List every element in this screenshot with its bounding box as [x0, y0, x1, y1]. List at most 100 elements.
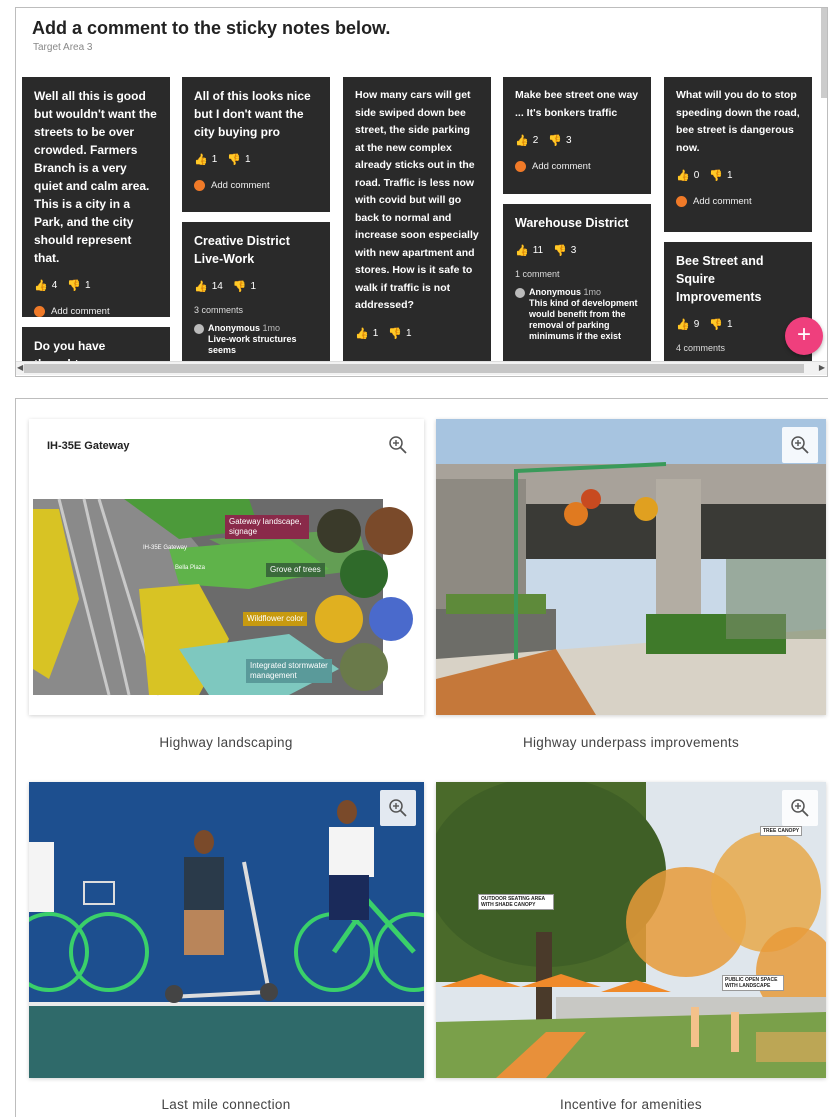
gallery-card[interactable] — [436, 419, 826, 715]
image-caption: Highway landscaping — [159, 735, 293, 750]
panel-title: Add a comment to the sticky notes below. — [32, 18, 391, 38]
panel-subtitle: Target Area 3 — [33, 42, 93, 53]
zoom-button[interactable] — [782, 427, 818, 463]
note-title: Bee Street and Squire Improvements — [676, 254, 764, 304]
upvote-count: 2 — [532, 135, 539, 146]
add-note-button[interactable]: + — [785, 317, 823, 355]
notes-column: How many cars will get side swiped down … — [343, 77, 491, 362]
gallery-card[interactable]: TREE CANOPY OUTDOOR SEATING AREA WITH SH… — [436, 782, 826, 1078]
map-label: Bella Plaza — [175, 565, 206, 571]
note-text: Make bee street one way ... It's bonkers… — [515, 89, 639, 119]
thumbs-up-icon[interactable]: 👍 — [676, 169, 690, 182]
downvote-count: 1 — [250, 281, 257, 292]
add-comment-button[interactable]: Add comment — [34, 306, 158, 317]
thumbs-up-icon[interactable]: 👍 — [676, 318, 690, 331]
horizontal-scrollbar[interactable]: ◀ ▶ — [16, 361, 827, 375]
note-text: Well all this is good but wouldn't want … — [34, 89, 157, 265]
rendering-label: TREE CANOPY — [760, 826, 803, 836]
add-comment-dot-icon — [676, 196, 687, 207]
sticky-note[interactable]: What will you do to stop speeding down t… — [664, 77, 812, 232]
thumbs-down-icon[interactable]: 👎 — [553, 244, 567, 257]
zoom-in-icon — [791, 436, 809, 454]
vote-row: 👍 9 👎 1 — [676, 318, 800, 331]
comment-body: Live-work structures seems — [208, 334, 297, 355]
downvote-count: 3 — [570, 245, 577, 256]
vote-row: 👍 1 👎 1 — [194, 153, 318, 166]
thumbs-down-icon[interactable]: 👎 — [388, 327, 402, 340]
image-caption: Last mile connection — [161, 1097, 291, 1112]
comment-author: Anonymous — [208, 323, 261, 333]
sticky-note[interactable]: Make bee street one way ... It's bonkers… — [503, 77, 651, 194]
upvote-count: 9 — [693, 319, 700, 330]
upvote-count: 1 — [372, 327, 379, 339]
thumbs-up-icon[interactable]: 👍 — [355, 327, 369, 340]
sticky-note[interactable]: Creative District Live-Work 👍 14 👎 1 3 com… — [182, 222, 330, 362]
zoom-button[interactable] — [782, 790, 818, 826]
comment: Anonymous 1mo This kind of development w… — [515, 287, 639, 342]
downvote-count: 1 — [726, 170, 733, 181]
thumbs-down-icon[interactable]: 👎 — [709, 318, 723, 331]
scroll-left-icon[interactable]: ◀ — [17, 363, 23, 372]
downvote-count: 1 — [405, 327, 412, 339]
thumbs-up-icon[interactable]: 👍 — [515, 244, 529, 257]
comment-body: This kind of development would benefit f… — [529, 298, 638, 341]
notes-column: Make bee street one way ... It's bonkers… — [503, 77, 651, 362]
upvote-count: 0 — [693, 170, 700, 181]
thumbs-down-icon[interactable]: 👎 — [709, 169, 723, 182]
vote-row: 👍 4 👎 1 — [34, 279, 158, 292]
vertical-scrollbar[interactable] — [821, 8, 827, 98]
add-comment-dot-icon — [34, 306, 45, 317]
add-comment-button[interactable]: Add comment — [194, 180, 318, 191]
sticky-note[interactable]: Warehouse District 👍 11 👎 3 1 comment Anon… — [503, 204, 651, 362]
upvote-count: 14 — [211, 281, 223, 292]
add-comment-dot-icon — [194, 180, 205, 191]
scroll-right-icon[interactable]: ▶ — [819, 363, 825, 372]
thumbs-down-icon[interactable]: 👎 — [548, 134, 562, 147]
note-text: All of this looks nice but I don't want … — [194, 89, 311, 139]
sticky-note[interactable]: All of this looks nice but I don't want … — [182, 77, 330, 212]
thumbs-down-icon[interactable]: 👎 — [233, 280, 247, 293]
thumbs-down-icon[interactable]: 👎 — [227, 153, 241, 166]
avatar — [515, 288, 525, 298]
sticky-note[interactable]: How many cars will get side swiped down … — [343, 77, 491, 362]
notes-column: All of this looks nice but I don't want … — [182, 77, 330, 362]
gallery-card[interactable]: IH-35E Gateway Gateway landscape, signag… — [29, 419, 424, 715]
comment-time: 1mo — [262, 323, 281, 333]
add-comment-dot-icon — [515, 161, 526, 172]
rendering-label: PUBLIC OPEN SPACE WITH LANDSCAPE — [722, 975, 784, 991]
upvote-count: 4 — [51, 280, 58, 291]
downvote-count: 1 — [726, 319, 733, 330]
sticky-note[interactable]: Do you have thoughts — [22, 327, 170, 362]
map-label: IH-35E Gateway — [143, 545, 188, 551]
note-title: Warehouse District — [515, 216, 629, 230]
comments-count[interactable]: 1 comment — [515, 269, 639, 279]
add-comment-button[interactable]: Add comment — [515, 161, 639, 172]
vote-row: 👍 2 👎 3 — [515, 134, 639, 147]
scrollbar-thumb[interactable] — [24, 364, 804, 373]
tag-stormwater: Integrated stormwater management — [246, 659, 332, 683]
sticky-note[interactable]: Well all this is good but wouldn't want … — [22, 77, 170, 317]
tag-wildflower: Wildflower color — [243, 612, 308, 626]
downvote-count: 3 — [565, 135, 572, 146]
gallery-card[interactable] — [29, 782, 424, 1078]
add-comment-button[interactable]: Add comment — [676, 196, 800, 207]
zoom-in-icon — [389, 436, 407, 454]
thumbs-up-icon[interactable]: 👍 — [34, 279, 48, 292]
downvote-count: 1 — [244, 154, 251, 165]
tag-grove: Grove of trees — [266, 563, 325, 577]
comments-count[interactable]: 3 comments — [194, 305, 318, 315]
note-text: Do you have thoughts — [34, 339, 106, 362]
zoom-button[interactable] — [380, 790, 416, 826]
thumbs-down-icon[interactable]: 👎 — [67, 279, 81, 292]
thumbs-up-icon[interactable]: 👍 — [515, 134, 529, 147]
notes-board: Well all this is good but wouldn't want … — [16, 72, 824, 362]
sticky-notes-panel: Add a comment to the sticky notes below.… — [15, 7, 828, 377]
thumbs-up-icon[interactable]: 👍 — [194, 280, 208, 293]
comments-count[interactable]: 4 comments — [676, 343, 800, 353]
thumbs-up-icon[interactable]: 👍 — [194, 153, 208, 166]
comment: Anonymous 1mo Live-work structures seems — [194, 323, 318, 356]
zoom-button[interactable] — [380, 427, 416, 463]
upvote-count: 11 — [532, 245, 544, 256]
rendering-label: OUTDOOR SEATING AREA WITH SHADE CANOPY — [478, 894, 554, 910]
upvote-count: 1 — [211, 154, 218, 165]
